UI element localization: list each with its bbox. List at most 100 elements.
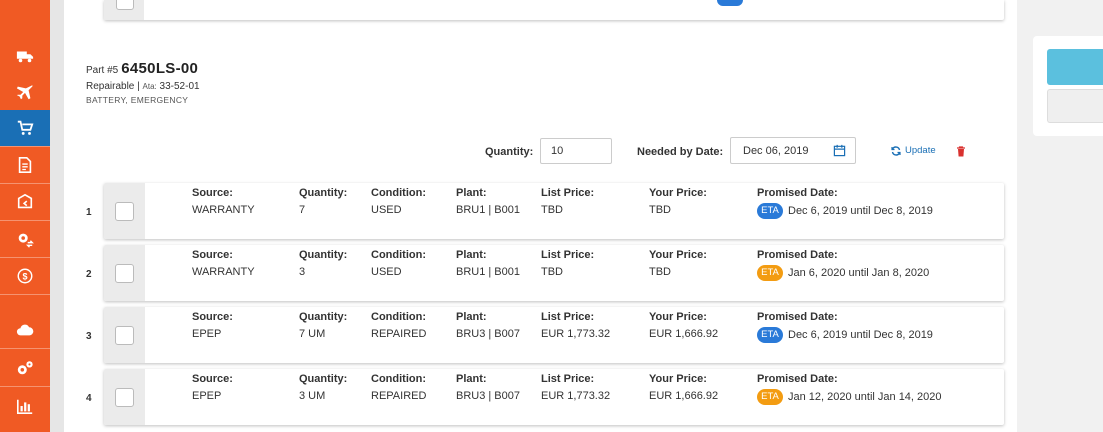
needed-by-date-label: Needed by Date: xyxy=(637,146,724,158)
col-your-price: Your Price: EUR 1,666.92 xyxy=(649,310,718,341)
condition-label: Condition: xyxy=(371,249,426,261)
condition-value: USED xyxy=(371,204,402,216)
col-promised: Promised Date: ETA Dec 6, 2019 until Dec 8… xyxy=(757,310,933,343)
ata-label: Ata: xyxy=(142,82,157,91)
your-price-value: TBD xyxy=(649,204,671,216)
quantity-input[interactable] xyxy=(540,138,612,164)
plane-icon xyxy=(16,85,33,100)
part-description: BATTERY, EMERGENCY xyxy=(86,95,189,105)
list-price-value: TBD xyxy=(541,266,563,278)
calendar-icon[interactable] xyxy=(833,144,846,157)
list-price-value: EUR 1,773.32 xyxy=(541,390,611,402)
quantity-label: Quantity: xyxy=(299,187,348,199)
condition-value: REPAIRED xyxy=(371,328,427,340)
table-row: 4 Source: EPEP Quantity: 3 UM Condition: REPAI… xyxy=(64,369,1009,425)
truck-icon xyxy=(16,51,34,63)
sidebar-item-settings[interactable] xyxy=(0,350,50,386)
row-select-checkbox[interactable] xyxy=(115,388,134,407)
sidebar-item-cloud[interactable] xyxy=(0,312,50,348)
sidebar-item-cart[interactable] xyxy=(0,110,50,146)
promised-date-label: Promised Date: xyxy=(757,373,838,385)
col-condition: Condition: REPAIRED xyxy=(371,372,426,403)
document-icon xyxy=(18,156,32,174)
col-plant: Plant: BRU1 | B001 xyxy=(456,248,520,279)
col-quantity: Quantity: 3 xyxy=(299,248,347,279)
col-plant: Plant: BRU3 | B007 xyxy=(456,310,520,341)
plant-label: Plant: xyxy=(456,187,487,199)
your-price-label: Your Price: xyxy=(649,311,707,323)
sidebar-item-reports[interactable] xyxy=(0,388,50,424)
condition-label: Condition: xyxy=(371,311,426,323)
promised-date-label: Promised Date: xyxy=(757,187,838,199)
part-status-line: Repairable | Ata: 33-52-01 xyxy=(86,80,211,93)
col-plant: Plant: BRU3 | B007 xyxy=(456,372,520,403)
update-label: Update xyxy=(905,145,936,156)
refresh-icon xyxy=(891,145,901,156)
row-index: 1 xyxy=(86,207,92,218)
table-row: 3 Source: EPEP Quantity: 7 UM Condition: REPAI… xyxy=(64,307,1009,363)
source-option-card[interactable]: Source: EPEP Quantity: 3 UM Condition: REPAIR… xyxy=(104,369,1004,425)
table-row: 2 Source: WARRANTY Quantity: 3 Condition: USED… xyxy=(64,245,1009,301)
row-select-checkbox[interactable] xyxy=(115,326,134,345)
eta-badge xyxy=(717,0,743,6)
plant-label: Plant: xyxy=(456,249,487,261)
col-condition: Condition: REPAIRED xyxy=(371,310,426,341)
previous-part-card xyxy=(104,0,1004,20)
col-list-price: List Price: TBD xyxy=(541,248,594,279)
sidebar-item-documents[interactable] xyxy=(0,147,50,183)
list-price-label: List Price: xyxy=(541,373,595,385)
source-label: Source: xyxy=(192,249,233,261)
list-price-value: EUR 1,773.32 xyxy=(541,328,611,340)
promised-date-value: ETA Dec 6, 2019 until Dec 8, 2019 xyxy=(757,327,933,343)
your-price-value: EUR 1,666.92 xyxy=(649,390,719,402)
update-button[interactable]: Update xyxy=(891,145,936,156)
sidebar-item-exchange[interactable] xyxy=(0,221,50,257)
source-value: WARRANTY xyxy=(192,266,255,278)
promised-date-value: ETA Dec 6, 2019 until Dec 8, 2019 xyxy=(757,203,933,219)
source-label: Source: xyxy=(192,373,233,385)
previous-row-checkbox[interactable] xyxy=(116,0,134,10)
cog-swap-icon xyxy=(18,233,34,248)
source-option-card[interactable]: Source: WARRANTY Quantity: 7 Condition: USED P… xyxy=(104,183,1004,239)
content-gutter xyxy=(50,0,64,432)
plant-value: BRU3 | B007 xyxy=(456,390,521,402)
promised-date-text: Dec 6, 2019 until Dec 8, 2019 xyxy=(788,205,933,217)
sidebar-item-flights[interactable] xyxy=(0,74,50,110)
quantity-value: 3 UM xyxy=(299,390,326,402)
row-index: 3 xyxy=(86,331,92,342)
row-index: 2 xyxy=(86,269,92,280)
col-condition: Condition: USED xyxy=(371,186,426,217)
plant-label: Plant: xyxy=(456,311,487,323)
your-price-value: EUR 1,666.92 xyxy=(649,328,719,340)
trash-icon[interactable] xyxy=(956,146,966,157)
promised-date-text: Dec 6, 2019 until Dec 8, 2019 xyxy=(788,329,933,341)
secondary-action-button[interactable] xyxy=(1047,89,1103,123)
sidebar-item-returns[interactable] xyxy=(0,184,50,220)
source-option-card[interactable]: Source: EPEP Quantity: 7 UM Condition: REPAIR… xyxy=(104,307,1004,363)
quantity-label: Quantity: xyxy=(299,373,348,385)
your-price-label: Your Price: xyxy=(649,249,707,261)
return-box-icon xyxy=(17,193,33,209)
quantity-label: Quantity: xyxy=(299,249,348,261)
your-price-value: TBD xyxy=(649,266,671,278)
right-action-panel xyxy=(1033,36,1103,136)
col-list-price: List Price: EUR 1,773.32 xyxy=(541,310,610,341)
sidebar-item-billing[interactable]: $ xyxy=(0,258,50,294)
list-price-label: List Price: xyxy=(541,249,595,261)
promised-date-value: ETA Jan 6, 2020 until Jan 8, 2020 xyxy=(757,265,929,281)
primary-action-button[interactable] xyxy=(1047,49,1103,85)
promised-date-label: Promised Date: xyxy=(757,249,838,261)
part-header: Part #5 6450LS-00 Repairable | Ata: 33-5… xyxy=(86,60,211,105)
row-select-checkbox[interactable] xyxy=(115,202,134,221)
cogs-icon xyxy=(17,361,33,375)
needed-by-date-picker[interactable]: Dec 06, 2019 xyxy=(730,137,856,164)
row-select-checkbox[interactable] xyxy=(115,264,134,283)
source-option-card[interactable]: Source: WARRANTY Quantity: 3 Condition: USED P… xyxy=(104,245,1004,301)
list-price-value: TBD xyxy=(541,204,563,216)
promised-date-label: Promised Date: xyxy=(757,311,838,323)
sidebar: $ xyxy=(0,0,50,432)
plant-value: BRU1 | B001 xyxy=(456,204,521,216)
col-your-price: Your Price: EUR 1,666.92 xyxy=(649,372,718,403)
sidebar-item-shipments[interactable] xyxy=(0,38,50,74)
bar-chart-icon xyxy=(16,399,33,415)
